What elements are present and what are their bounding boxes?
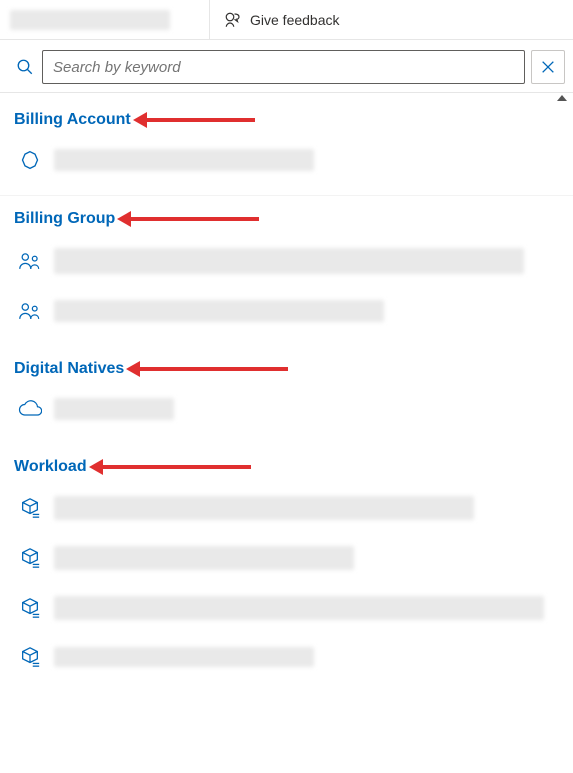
search-box[interactable] xyxy=(42,50,525,84)
section-label: Digital Natives xyxy=(14,360,124,378)
annotation-arrow xyxy=(145,118,255,122)
redacted-block xyxy=(54,546,354,570)
list-item[interactable] xyxy=(14,392,563,426)
billing-group-icon xyxy=(18,301,42,321)
search-icon xyxy=(14,58,36,76)
section-header-billing-group[interactable]: Billing Group xyxy=(14,210,563,228)
redacted-block xyxy=(54,300,384,322)
workload-icon xyxy=(18,547,42,569)
list-item[interactable] xyxy=(14,143,563,177)
section-label: Billing Group xyxy=(14,210,115,228)
section-header-billing-account[interactable]: Billing Account xyxy=(14,111,563,129)
scroll-up-indicator xyxy=(557,95,567,101)
workload-icon xyxy=(18,646,42,668)
annotation-arrow xyxy=(138,367,288,371)
list-item[interactable] xyxy=(14,490,563,526)
section-header-workload[interactable]: Workload xyxy=(14,458,563,476)
section-label: Workload xyxy=(14,458,87,476)
annotation-arrow xyxy=(129,217,259,221)
list-item[interactable] xyxy=(14,540,563,576)
give-feedback-button[interactable]: Give feedback xyxy=(210,0,354,39)
redacted-block xyxy=(54,398,174,420)
redacted-block xyxy=(54,496,474,520)
feedback-icon xyxy=(224,11,242,29)
topbar-left-redacted xyxy=(0,0,210,39)
cloud-icon xyxy=(18,400,42,418)
redacted-block xyxy=(54,647,314,667)
section-header-digital-natives[interactable]: Digital Natives xyxy=(14,360,563,378)
annotation-arrow xyxy=(101,465,251,469)
workload-icon xyxy=(18,597,42,619)
list-item[interactable] xyxy=(14,242,563,280)
workload-icon xyxy=(18,497,42,519)
billing-group-icon xyxy=(18,251,42,271)
list-item[interactable] xyxy=(14,640,563,674)
redacted-block xyxy=(54,248,524,274)
give-feedback-label: Give feedback xyxy=(250,12,340,28)
redacted-block xyxy=(54,149,314,171)
billing-account-icon xyxy=(18,150,42,170)
list-item[interactable] xyxy=(14,590,563,626)
list-item[interactable] xyxy=(14,294,563,328)
redacted-block xyxy=(10,10,170,30)
search-input[interactable] xyxy=(53,59,514,76)
close-icon xyxy=(540,59,556,75)
section-label: Billing Account xyxy=(14,111,131,129)
redacted-block xyxy=(54,596,544,620)
clear-search-button[interactable] xyxy=(531,50,565,84)
